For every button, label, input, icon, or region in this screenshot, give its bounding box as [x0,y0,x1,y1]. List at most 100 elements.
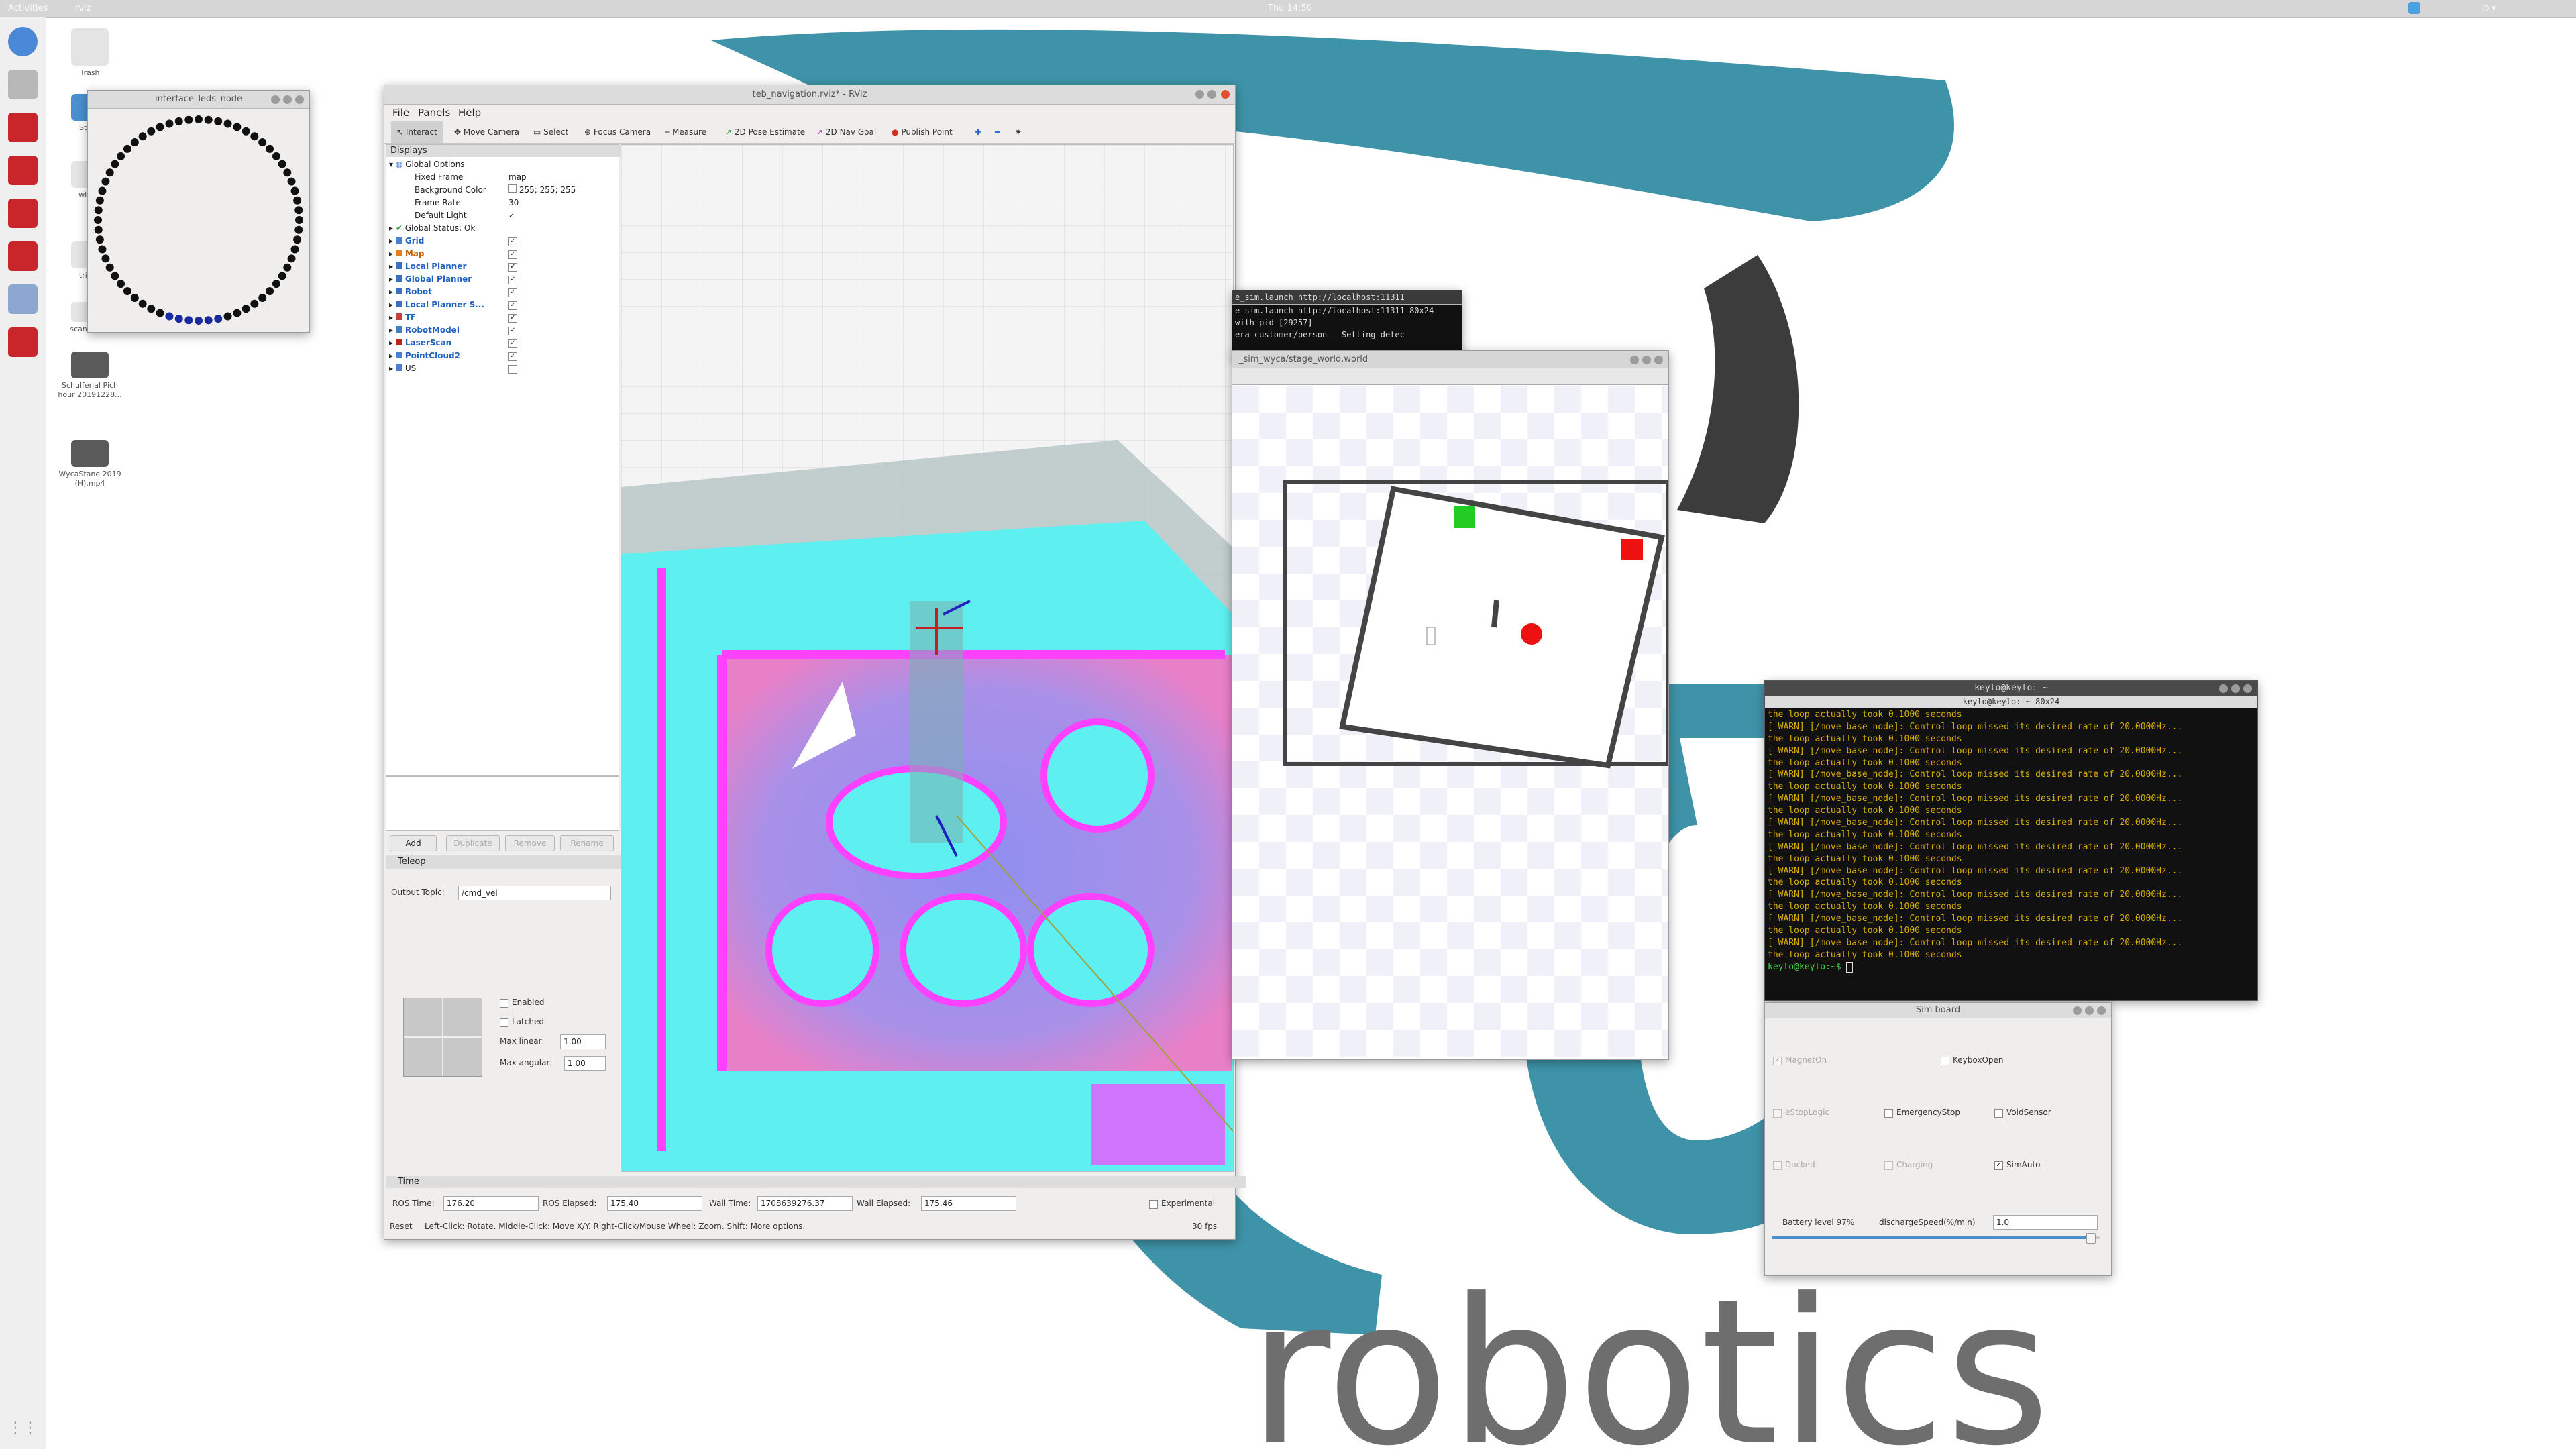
stage-world-view[interactable] [1232,386,1668,1057]
display-row-global-planner[interactable]: ▸ Global Planner [389,273,472,286]
desktop-icon-trash[interactable]: Trash [56,28,123,78]
display-enabled-checkbox[interactable]: ✓ [508,327,517,335]
prop-frame-rate-value[interactable]: 30 [508,197,519,209]
expand-arrow-icon[interactable]: ▸ [389,262,396,271]
checkbox-docked[interactable] [1773,1161,1782,1170]
minimize-button[interactable] [271,95,280,104]
latched-checkbox[interactable] [500,1018,508,1027]
remove-display-button[interactable]: Remove [505,835,555,851]
checkbox-simauto[interactable]: ✓ [1994,1161,2003,1170]
app-red-icon-2[interactable] [8,241,38,271]
expand-arrow-icon[interactable]: ▸ [389,274,396,284]
clock[interactable]: Thu 14:50 [1268,3,1312,13]
checkbox-magneton[interactable]: ✓ [1773,1057,1782,1065]
prop-frame-rate[interactable]: Frame Rate [415,197,461,209]
display-row-map[interactable]: ▸ Map [389,248,424,260]
maximize-button[interactable] [2231,684,2240,693]
close-button[interactable] [2243,684,2252,693]
close-button[interactable] [295,95,304,104]
close-button[interactable] [2097,1006,2106,1015]
max-linear-spinbox[interactable]: 1.00 [560,1034,606,1049]
desktop-icon-video-1[interactable]: Schulferial Pich hour 20191228... [56,352,123,400]
3d-render-view[interactable] [621,144,1234,1172]
experimental-checkbox[interactable] [1149,1200,1158,1209]
show-apps-icon[interactable]: ⋮⋮ [8,1419,38,1449]
prop-default-light-check[interactable]: ✓ [508,209,515,222]
tool-focus-camera[interactable]: ⊕ Focus Camera [584,121,651,143]
teleop-joystick-pad[interactable] [403,998,482,1077]
close-button[interactable] [1654,356,1663,364]
maximize-button[interactable] [2085,1006,2094,1015]
expand-arrow-icon[interactable]: ▸ [389,300,396,309]
checkbox-estoplogic[interactable] [1773,1109,1782,1118]
display-row-laserscan[interactable]: ▸ LaserScan [389,337,451,350]
checkbox-emergencystop[interactable] [1884,1109,1893,1118]
display-enabled-checkbox[interactable]: ✓ [508,250,517,259]
display-row-robot[interactable]: ▸ Robot [389,286,432,299]
expand-arrow-icon[interactable]: ▸ [389,249,396,258]
display-enabled-checkbox[interactable]: ✓ [508,276,517,284]
display-enabled-checkbox[interactable]: ✓ [508,263,517,272]
battery-slider[interactable] [1772,1233,2100,1244]
files-icon[interactable] [8,70,38,99]
activities-button[interactable]: Activities [8,3,48,13]
battery-slider-thumb[interactable] [2086,1233,2096,1244]
checkbox-keyboxopen[interactable] [1941,1057,1949,1065]
tool-move-camera[interactable]: ✥ Move Camera [454,121,519,143]
expand-arrow-icon[interactable]: ▸ [389,364,396,373]
add-tool-icon[interactable]: ✚ [975,121,981,143]
display-row-local-planner[interactable]: ▸ Local Planner [389,260,466,273]
display-row-local-planner-s-[interactable]: ▸ Local Planner S... [389,299,484,311]
tool-2d-nav-goal[interactable]: ➚ 2D Nav Goal [816,121,876,143]
minimize-button[interactable] [1630,356,1639,364]
remove-tool-icon[interactable]: ━ [995,121,1000,143]
prop-background-color[interactable]: Background Color [415,184,486,197]
desktop-icon-video-2[interactable]: WycaStane 2019 (H).mp4 [56,440,123,488]
output-topic-input[interactable]: /cmd_vel [458,885,611,900]
prop-background-color-value[interactable]: 255; 255; 255 [508,184,576,197]
expand-arrow-icon[interactable]: ▸ [389,351,396,360]
tool-options-icon[interactable]: ✷ [1015,121,1022,143]
display-row-pointcloud2[interactable]: ▸ PointCloud2 [389,350,460,362]
expand-arrow-icon[interactable]: ▸ [389,287,396,297]
minimize-button[interactable] [1195,90,1204,99]
tool-publish-point[interactable]: ● Publish Point [892,121,953,143]
add-display-button[interactable]: Add [390,835,437,851]
keylo-terminal-tab[interactable]: keylo@keylo: ~ 80x24 [1765,696,2257,708]
duplicate-display-button[interactable]: Duplicate [446,835,500,851]
display-row-tf[interactable]: ▸ TF [389,311,416,324]
terminal-red-icon-2[interactable] [8,156,38,185]
display-enabled-checkbox[interactable]: ✓ [508,237,517,246]
power-icon[interactable]: ⏻ ▾ [2482,3,2496,13]
app-red-icon[interactable] [8,199,38,228]
expand-arrow-icon[interactable]: ▸ [389,338,396,347]
display-enabled-checkbox[interactable]: ✓ [508,339,517,348]
display-row-grid[interactable]: ▸ Grid [389,235,424,248]
minimize-button[interactable] [2219,684,2228,693]
menu-file[interactable]: File [392,107,409,119]
global-status-row[interactable]: ▸ ✔ Global Status: Ok [389,222,475,235]
checkbox-charging[interactable] [1884,1161,1893,1170]
display-enabled-checkbox[interactable]: ✓ [508,314,517,323]
display-enabled-checkbox[interactable]: ✓ [508,352,517,361]
display-row-robotmodel[interactable]: ▸ RobotModel [389,324,460,337]
tool-select[interactable]: ▭ Select [533,121,568,143]
global-options-row[interactable]: ▾ ◍ Global Options [389,158,465,171]
display-row-us[interactable]: ▸ US [389,362,416,375]
tool-interact[interactable]: ↖ Interact [391,121,443,143]
minimize-button[interactable] [2073,1006,2082,1015]
app-menu[interactable]: rviz [75,3,91,13]
display-enabled-checkbox[interactable] [508,365,517,374]
menu-panels[interactable]: Panels [418,107,450,119]
tool-measure[interactable]: ═ Measure [665,121,706,143]
tool-2d-pose-estimate[interactable]: ➚ 2D Pose Estimate [725,121,805,143]
terminal-red-icon[interactable] [8,113,38,142]
checkbox-voidsensor[interactable] [1994,1109,2003,1118]
tray-icon[interactable] [2408,2,2420,14]
maximize-button[interactable] [1208,90,1216,99]
app-red-icon-3[interactable] [8,327,38,357]
display-enabled-checkbox[interactable]: ✓ [508,301,517,310]
close-button[interactable] [1221,90,1230,99]
display-enabled-checkbox[interactable]: ✓ [508,288,517,297]
chrome-icon[interactable] [8,27,38,56]
